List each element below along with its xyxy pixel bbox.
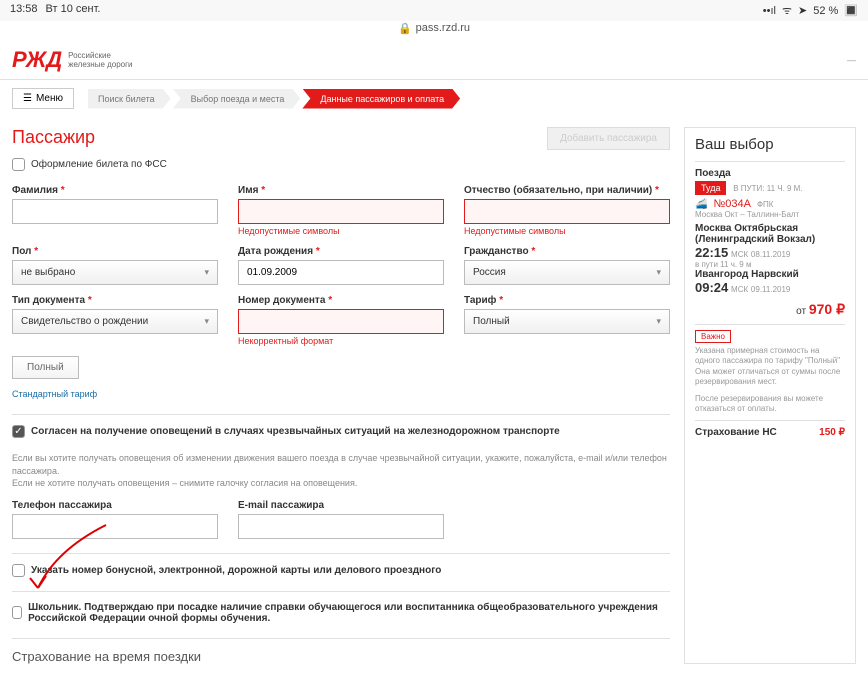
station-to: Ивангород Нарвский: [695, 269, 845, 280]
dep-date: 08.11.2019: [751, 250, 790, 259]
lock-icon: 🔒: [398, 22, 412, 35]
insurance-heading: Страхование на время поездки: [12, 649, 670, 664]
emergency-consent-checkbox[interactable]: ✓: [12, 425, 25, 438]
dep-time: 22:15: [695, 245, 728, 260]
step-passengers: Данные пассажиров и оплата: [302, 89, 460, 109]
firstname-label: Имя *: [238, 185, 444, 196]
menu-row: ☰ Меню Поиск билета Выбор поезда и места…: [0, 80, 868, 117]
train-icon: 🚄: [695, 199, 707, 210]
chevron-down-icon: ▾: [656, 316, 661, 327]
arr-time: 09:24: [695, 280, 728, 295]
step-search[interactable]: Поиск билета: [88, 89, 171, 109]
consent-note-2: Если не хотите получать оповещения – сни…: [12, 477, 670, 490]
logo-mark: РЖД: [12, 47, 62, 73]
add-passenger-button[interactable]: Добавить пассажира: [547, 127, 670, 150]
standard-tariff-link[interactable]: Стандартный тариф: [12, 389, 97, 399]
middlename-label: Отчество (обязательно, при наличии) *: [464, 185, 670, 196]
reserve-note: После резервирования вы можете отказатьс…: [695, 394, 845, 415]
hamburger-icon: ☰: [23, 93, 32, 104]
price: 970 ₽: [809, 301, 845, 317]
chevron-down-icon: ▾: [204, 316, 209, 327]
url-host: pass.rzd.ru: [416, 22, 470, 35]
signal-icon: ••ıl: [763, 5, 776, 17]
menu-button[interactable]: ☰ Меню: [12, 88, 74, 109]
lastname-label: Фамилия *: [12, 185, 218, 196]
duration-2: в пути 11 ч. 9 м: [695, 260, 845, 269]
ipad-status-bar: 13:58 Вт 10 сент. ••ıl ᯤ ➤ 52 % 🔳: [0, 0, 868, 21]
train-type: ФПК: [757, 200, 774, 209]
site-header: РЖД Российские железные дороги —: [0, 41, 868, 80]
sidebar-your-choice: Ваш выбор Поезда Туда В ПУТИ: 11 Ч. 9 М.…: [684, 127, 856, 664]
docnum-error: Некорректный формат: [238, 336, 444, 346]
tariff-select[interactable]: Полный▾: [464, 309, 670, 334]
browser-url-bar[interactable]: 🔒 pass.rzd.ru: [0, 21, 868, 41]
location-icon: ➤: [798, 4, 807, 17]
docnum-label: Номер документа *: [238, 295, 444, 306]
chevron-down-icon: ▾: [204, 267, 209, 278]
email-input[interactable]: [238, 514, 444, 539]
tariff-label: Тариф *: [464, 295, 670, 306]
middlename-input[interactable]: [464, 199, 670, 224]
fss-checkbox[interactable]: [12, 158, 25, 171]
direction-tag: Туда: [695, 181, 726, 195]
duration-text: В ПУТИ: 11 Ч. 9 М.: [733, 184, 802, 193]
breadcrumb-steps: Поиск билета Выбор поезда и места Данные…: [88, 89, 462, 109]
emergency-consent-label: Согласен на получение оповещений в случа…: [31, 426, 560, 437]
wifi-icon: ᯤ: [782, 3, 792, 18]
bonus-card-label: Указать номер бонусной, электронной, дор…: [31, 565, 441, 576]
gender-label: Пол *: [12, 246, 218, 257]
trains-heading: Поезда: [695, 168, 845, 179]
consent-note-1: Если вы хотите получать оповещения об из…: [12, 452, 670, 477]
main-form: Добавить пассажира Пассажир Оформление б…: [12, 127, 670, 664]
status-time: 13:58: [10, 3, 38, 18]
status-date: Вт 10 сент.: [46, 3, 101, 18]
fss-label: Оформление билета по ФСС: [31, 159, 167, 170]
schoolchild-label: Школьник. Подтверждаю при посадке наличи…: [28, 602, 670, 624]
logo[interactable]: РЖД Российские железные дороги: [12, 47, 133, 73]
logo-text: Российские железные дороги: [68, 51, 132, 69]
phone-label: Телефон пассажира: [12, 500, 218, 511]
middlename-error: Недопустимые символы: [464, 226, 670, 236]
schoolchild-checkbox[interactable]: [12, 606, 22, 619]
arr-date: 09.11.2019: [751, 285, 790, 294]
citizenship-label: Гражданство *: [464, 246, 670, 257]
step-select[interactable]: Выбор поезда и места: [173, 89, 301, 109]
doctype-select[interactable]: Свидетельство о рождении▾: [12, 309, 218, 334]
docnum-input[interactable]: [238, 309, 444, 334]
price-note: Указана примерная стоимость на одного па…: [695, 346, 845, 388]
tariff-full-button[interactable]: Полный: [12, 356, 79, 379]
bonus-card-checkbox[interactable]: [12, 564, 25, 577]
birthdate-input[interactable]: [238, 260, 444, 285]
insurance-price: 150 ₽: [819, 427, 845, 438]
chevron-down-icon: ▾: [656, 267, 661, 278]
firstname-error: Недопустимые символы: [238, 226, 444, 236]
header-links: —: [847, 55, 856, 65]
battery-text: 52 %: [813, 5, 838, 17]
train-number[interactable]: №034А: [713, 198, 751, 210]
route-small: Москва Окт – Таллинн-Балт: [695, 210, 845, 219]
firstname-input[interactable]: [238, 199, 444, 224]
phone-input[interactable]: [12, 514, 218, 539]
doctype-label: Тип документа *: [12, 295, 218, 306]
important-badge: Важно: [695, 330, 731, 343]
citizenship-select[interactable]: Россия▾: [464, 260, 670, 285]
birthdate-label: Дата рождения *: [238, 246, 444, 257]
battery-icon: 🔳: [844, 4, 858, 17]
gender-select[interactable]: не выбрано▾: [12, 260, 218, 285]
sidebar-title: Ваш выбор: [695, 136, 845, 153]
lastname-input[interactable]: [12, 199, 218, 224]
insurance-label: Страхование НС: [695, 427, 777, 438]
email-label: E-mail пассажира: [238, 500, 444, 511]
station-from: Москва Октябрьская (Ленинградский Вокзал…: [695, 223, 845, 245]
